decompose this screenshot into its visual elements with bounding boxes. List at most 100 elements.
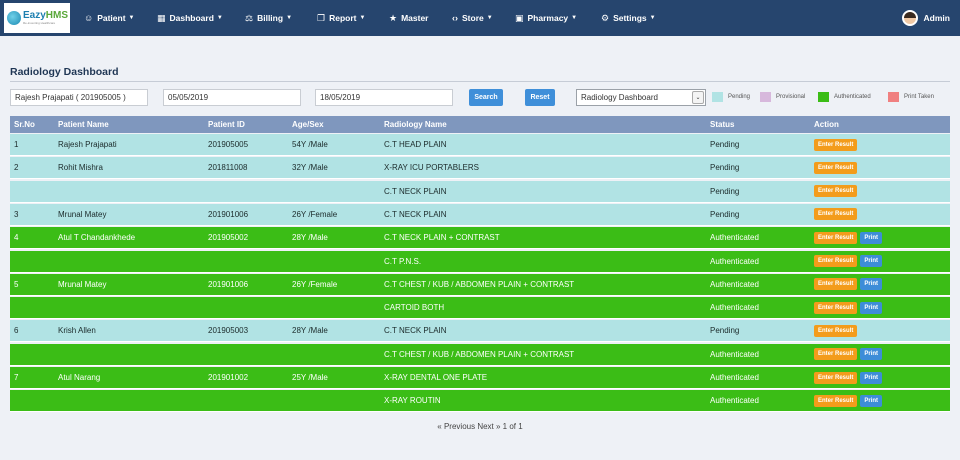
cell-srno: 5: [14, 279, 19, 289]
print-button[interactable]: Print: [860, 301, 883, 314]
logo-tagline: Re-inventing Healthcare: [23, 21, 56, 25]
print-button[interactable]: Print: [860, 278, 883, 291]
table-row: CARTOID BOTH Authenticated Enter Result Pri…: [10, 297, 950, 320]
table-row: 2 Rohit Mishra 201811008 32Y /Male X-RAY ICU…: [10, 157, 950, 180]
legend-label: Pending: [728, 94, 751, 100]
cell-patient-name: Rajesh Prajapati: [58, 140, 117, 149]
nav-report[interactable]: ❐ Report ▼: [317, 0, 365, 36]
nav-billing[interactable]: ⚖ Billing ▼: [245, 0, 292, 36]
legend-label: Authenticated: [834, 94, 871, 100]
patient-search-input[interactable]: Rajesh Prajapati ( 201905005 ): [10, 89, 148, 106]
nav-master[interactable]: ★ Master: [389, 0, 428, 36]
enter-result-button[interactable]: Enter Result: [814, 161, 858, 174]
cell-srno: 7: [14, 373, 19, 382]
print-button[interactable]: Print: [860, 348, 883, 361]
cell-patient-id: 201905005: [208, 140, 249, 149]
nav-settings[interactable]: ⚙ Settings ▼: [601, 0, 656, 36]
print-button[interactable]: Print: [860, 231, 883, 244]
table-row: 7 Atul Narang 201901002 25Y /Male X-RAY DENT…: [10, 367, 950, 389]
caret-down-icon: ▼: [216, 15, 223, 21]
title-divider: [10, 81, 950, 82]
enter-result-button[interactable]: Enter Result: [814, 394, 858, 407]
print-button[interactable]: Print: [860, 394, 883, 407]
to-date-input[interactable]: 18/05/2019: [315, 89, 453, 106]
enter-result-button[interactable]: Enter Result: [814, 138, 858, 151]
row-actions: Enter Result: [814, 204, 858, 225]
print-button[interactable]: Print: [860, 255, 883, 267]
cell-status: Authenticated: [710, 303, 759, 313]
from-date-input[interactable]: 05/05/2019: [163, 89, 301, 106]
cell-radiology-name: C.T NECK PLAIN: [384, 209, 447, 219]
cell-status: Authenticated: [710, 373, 759, 382]
cell-radiology-name: X-RAY ICU PORTABLERS: [384, 163, 479, 173]
cell-radiology-name: C.T P.N.S.: [384, 256, 422, 266]
cell-status: Pending: [710, 326, 740, 336]
cell-status: Pending: [710, 140, 740, 149]
legend-label: Provisional: [776, 94, 806, 100]
nav-master-label: Master: [401, 13, 429, 23]
table-row: C.T NECK PLAIN Pending Enter Result: [10, 180, 950, 203]
nav-patient[interactable]: ☺ Patient ▼: [84, 0, 135, 36]
legend-swatch-print-taken: [888, 92, 899, 102]
cell-age-sex: 26Y /Female: [292, 279, 338, 289]
row-actions: Enter Result: [814, 157, 858, 178]
cell-patient-name: Mrunal Matey: [58, 209, 107, 219]
cell-srno: 4: [14, 233, 19, 243]
enter-result-button[interactable]: Enter Result: [814, 324, 858, 337]
nav-store-label: Store: [462, 13, 484, 23]
nav-patient-label: Patient: [97, 13, 126, 23]
caret-down-icon: ▼: [286, 15, 293, 21]
enter-result-button[interactable]: Enter Result: [814, 348, 858, 361]
nav-dashboard[interactable]: ▦ Dashboard ▼: [157, 0, 223, 36]
table-row: 1 Rajesh Prajapati 201905005 54Y /Male C.T H…: [10, 134, 950, 156]
cell-radiology-name: C.T NECK PLAIN + CONTRAST: [384, 233, 500, 243]
enter-result-button[interactable]: Enter Result: [814, 371, 858, 384]
enter-result-button[interactable]: Enter Result: [814, 185, 858, 198]
scale-icon: ⚖: [245, 12, 254, 23]
cell-srno: 1: [14, 140, 19, 149]
row-actions: Enter Result Print: [814, 251, 883, 272]
print-button[interactable]: Print: [860, 371, 883, 384]
header-age-sex: Age/Sex: [292, 120, 324, 129]
user-menu[interactable]: Admin: [901, 0, 950, 36]
app-logo[interactable]: EazyHMS Re-inventing Healthcare: [4, 3, 70, 33]
table-row: 5 Mrunal Matey 201901006 26Y /Female C.T CHE…: [10, 273, 950, 296]
star-icon: ★: [389, 12, 398, 23]
cell-patient-name: Rohit Mishra: [58, 163, 103, 173]
nav-pharmacy[interactable]: ▣ Pharmacy ▼: [515, 0, 577, 36]
dashboard-select[interactable]: Radiology Dashboard ⌄: [576, 89, 706, 106]
cell-srno: 6: [14, 326, 19, 336]
row-actions: Enter Result Print: [814, 367, 883, 388]
enter-result-button[interactable]: Enter Result: [814, 208, 858, 221]
nav-pharmacy-label: Pharmacy: [527, 13, 569, 23]
legend-pending: Pending: [712, 92, 750, 102]
user-name: Admin: [923, 13, 950, 23]
caret-down-icon: ▼: [486, 15, 493, 21]
table-row: 4 Atul T Chandankhede 201905002 28Y /Male C.…: [10, 227, 950, 250]
header-patient-id: Patient ID: [208, 120, 245, 129]
enter-result-button[interactable]: Enter Result: [814, 231, 858, 244]
user-icon: ☺: [84, 13, 94, 23]
row-actions: Enter Result Print: [814, 274, 883, 295]
reset-button[interactable]: Reset: [525, 89, 555, 106]
nav-billing-label: Billing: [257, 13, 284, 23]
globe-icon: [7, 11, 21, 25]
nav-store[interactable]: ‹› Store ▼: [452, 0, 493, 36]
logo-name-part-b: HMS: [45, 10, 69, 21]
row-actions: Enter Result: [814, 320, 858, 341]
cell-age-sex: 32Y /Male: [292, 163, 328, 173]
enter-result-button[interactable]: Enter Result: [814, 278, 858, 291]
code-icon: ‹›: [452, 13, 458, 23]
legend-swatch-provisional: [760, 92, 771, 102]
row-actions: Enter Result: [814, 181, 858, 202]
row-actions: Enter Result: [814, 134, 858, 155]
enter-result-button[interactable]: Enter Result: [814, 255, 858, 267]
enter-result-button[interactable]: Enter Result: [814, 301, 858, 314]
legend-authenticated: Authenticated: [818, 92, 871, 102]
search-button[interactable]: Search: [469, 89, 503, 106]
pagination[interactable]: « Previous Next » 1 of 1: [0, 422, 960, 431]
table-header: Sr.No Patient Name Patient ID Age/Sex Ra…: [10, 116, 950, 133]
cell-status: Authenticated: [710, 256, 759, 266]
legend-swatch-authenticated: [818, 92, 829, 102]
top-navbar: EazyHMS Re-inventing Healthcare ☺ Patien…: [0, 0, 960, 36]
